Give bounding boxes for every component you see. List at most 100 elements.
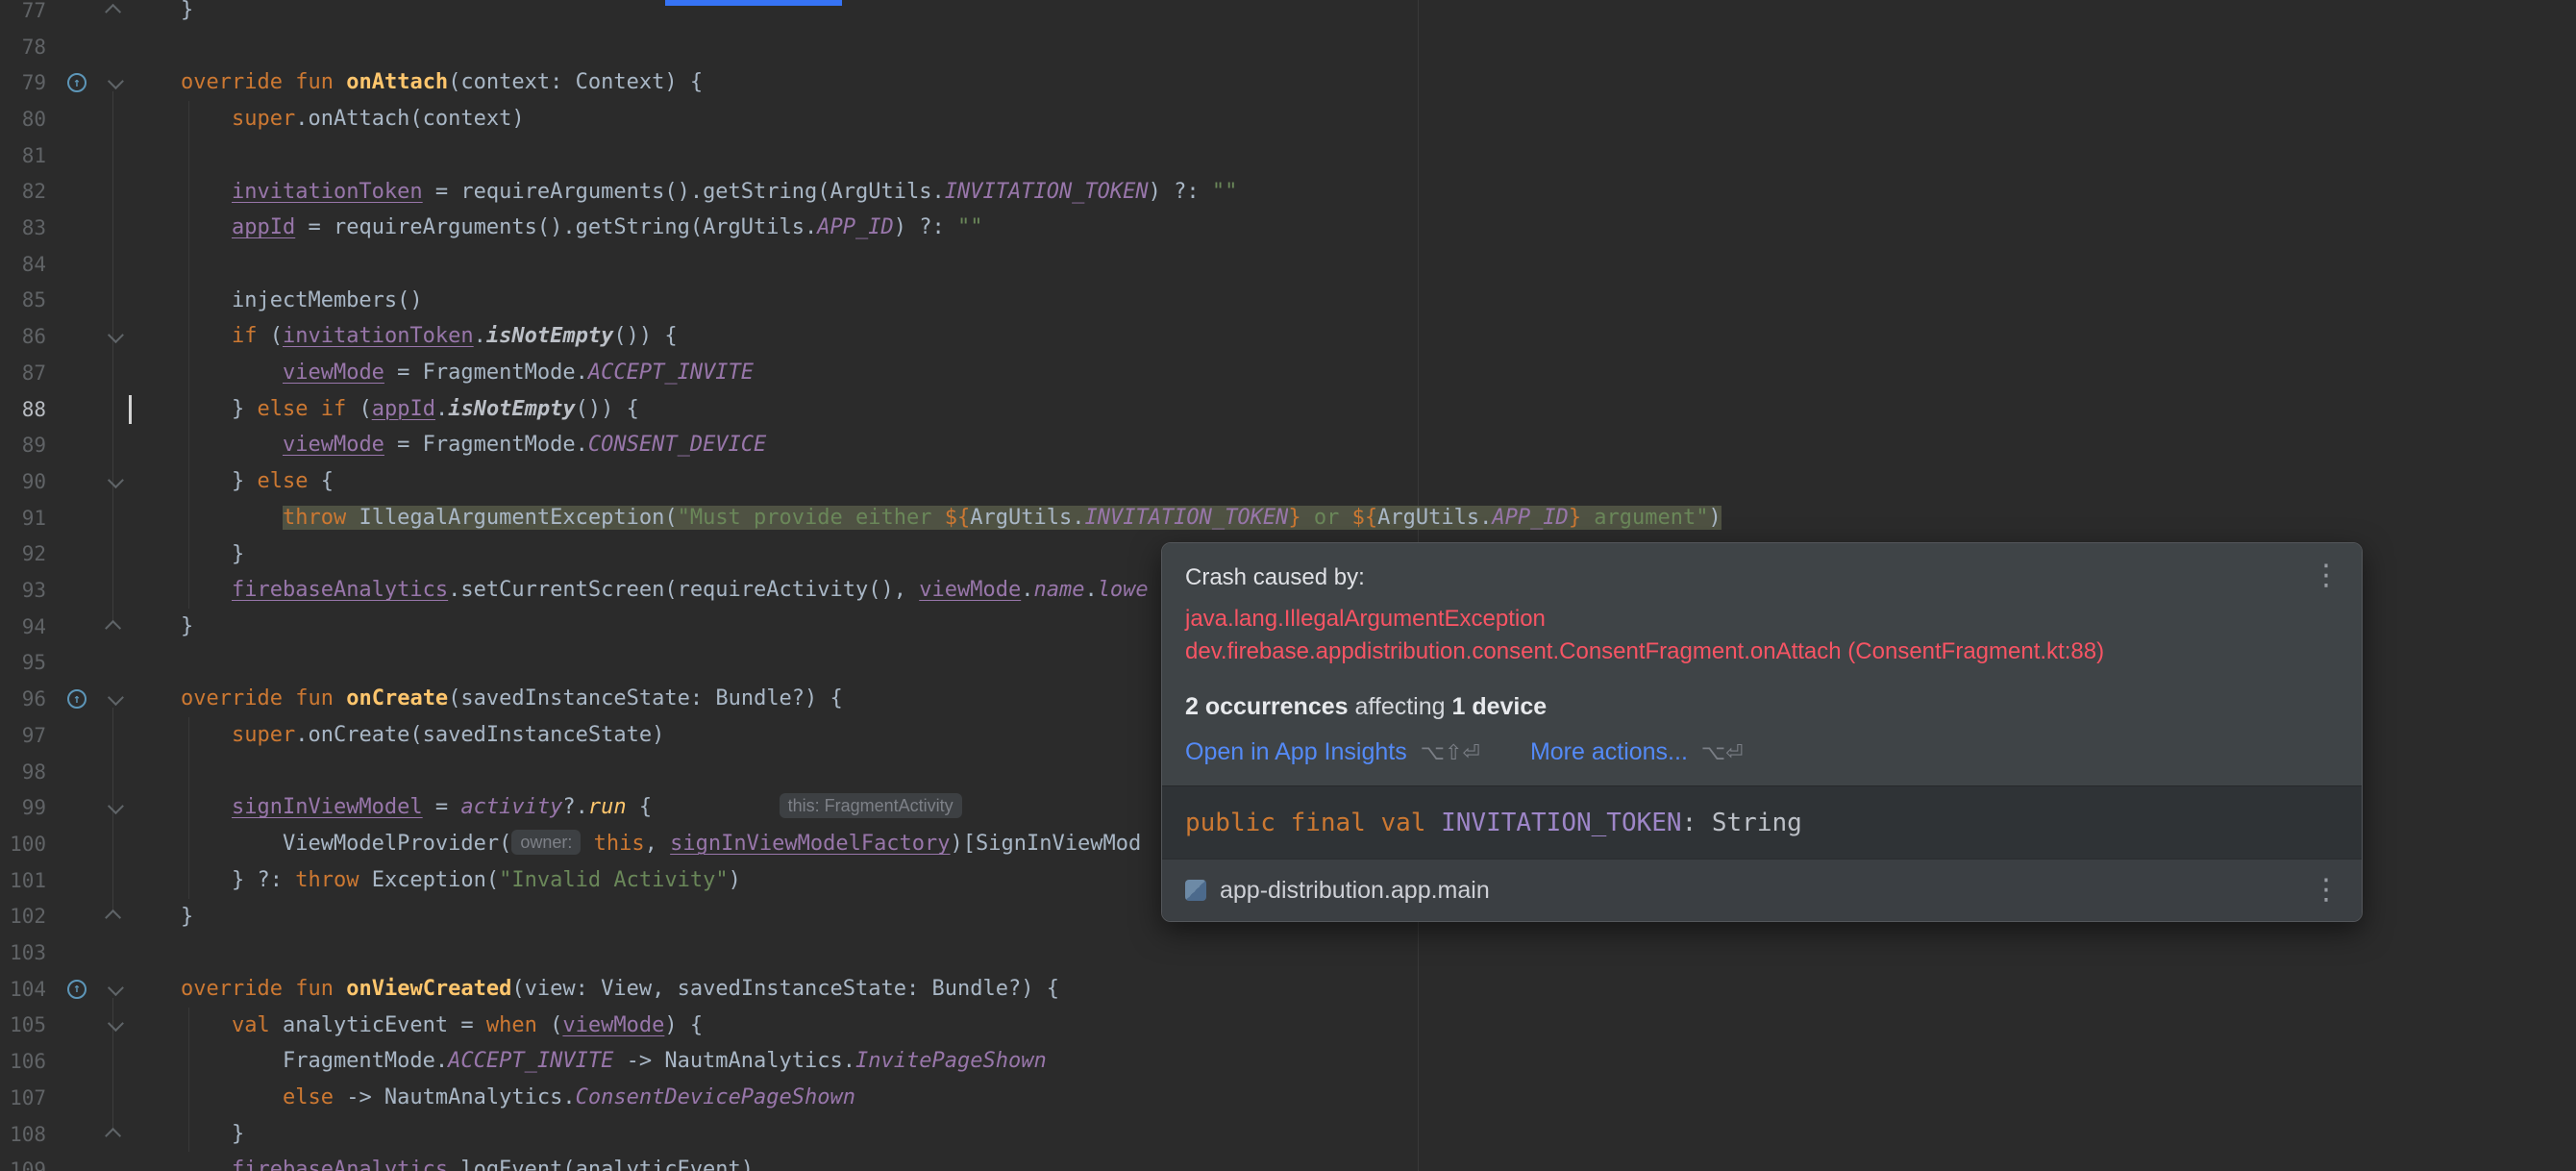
line-number[interactable]: 85 xyxy=(0,288,58,311)
stack-frame-link[interactable]: dev.firebase.appdistribution.consent.Con… xyxy=(1185,635,2339,668)
code-text[interactable]: else -> NautmAnalytics.ConsentDevicePage… xyxy=(133,1080,855,1116)
module-icon xyxy=(1185,880,1206,902)
line-number[interactable]: 91 xyxy=(0,507,58,530)
code-text[interactable]: if (invitationToken.isNotEmpty()) { xyxy=(133,318,678,355)
crash-caused-by-label: Crash caused by: xyxy=(1185,564,1365,590)
code-text[interactable]: throw IllegalArgumentException("Must pro… xyxy=(133,500,1721,536)
line-number[interactable]: 92 xyxy=(0,542,58,565)
fold-collapse-icon[interactable] xyxy=(107,979,124,996)
line-number[interactable]: 80 xyxy=(0,108,58,131)
kebab-menu-icon[interactable]: ⋮ xyxy=(2312,873,2341,907)
code-line: 109 firebaseAnalytics.logEvent(analyticE… xyxy=(0,1152,2576,1171)
code-text[interactable]: viewMode = FragmentMode.CONSENT_DEVICE xyxy=(133,427,766,463)
code-text[interactable]: ViewModelProvider(owner: this, signInVie… xyxy=(133,826,1141,862)
line-number[interactable]: 109 xyxy=(0,1159,58,1171)
code-text[interactable]: signInViewModel = activity?.run { this: … xyxy=(133,789,962,826)
line-number[interactable]: 103 xyxy=(0,941,58,964)
overriding-method-icon[interactable]: ↑ xyxy=(67,979,87,999)
occurrence-summary: 2 occurrences affecting 1 device xyxy=(1185,693,1548,720)
code-line: 88 } else if (appId.isNotEmpty()) { xyxy=(0,391,2576,428)
code-line: 89 viewMode = FragmentMode.CONSENT_DEVIC… xyxy=(0,427,2576,463)
line-number[interactable]: 107 xyxy=(0,1086,58,1109)
line-number[interactable]: 100 xyxy=(0,833,58,856)
code-line: 79 ↑ override fun onAttach(context: Contex… xyxy=(0,64,2576,101)
overriding-method-icon[interactable]: ↑ xyxy=(67,689,87,710)
code-text[interactable]: firebaseAnalytics.logEvent(analyticEvent… xyxy=(133,1152,754,1171)
code-text[interactable]: injectMembers() xyxy=(133,283,423,319)
code-text[interactable]: FragmentMode.ACCEPT_INVITE -> NautmAnaly… xyxy=(133,1043,1047,1080)
line-number[interactable]: 108 xyxy=(0,1123,58,1146)
code-text[interactable]: } xyxy=(133,0,193,29)
fold-collapse-icon[interactable] xyxy=(107,798,124,815)
code-text[interactable]: } ?: throw Exception("Invalid Activity") xyxy=(133,862,741,899)
code-text[interactable]: viewMode = FragmentMode.ACCEPT_INVITE xyxy=(133,355,754,391)
code-text[interactable]: appId = requireArguments().getString(Arg… xyxy=(133,210,983,246)
ide-editor: 77} 78 79 ↑ override fun onAttach(context: C… xyxy=(0,0,2576,1171)
line-number[interactable]: 96 xyxy=(0,687,58,710)
fold-expand-icon[interactable] xyxy=(105,1127,122,1144)
line-number[interactable]: 104 xyxy=(0,978,58,1001)
kebab-menu-icon[interactable]: ⋮ xyxy=(2312,559,2341,592)
active-tab-indicator[interactable] xyxy=(665,0,842,6)
code-text[interactable]: } xyxy=(133,1116,244,1153)
overriding-method-icon[interactable]: ↑ xyxy=(67,73,87,93)
line-number[interactable]: 83 xyxy=(0,216,58,239)
inlay-hint: this: FragmentActivity xyxy=(779,793,962,819)
line-number[interactable]: 102 xyxy=(0,905,58,928)
fold-expand-icon[interactable] xyxy=(105,3,122,20)
open-in-app-insights-link[interactable]: Open in App Insights xyxy=(1185,738,1407,765)
fold-collapse-icon[interactable] xyxy=(107,327,124,344)
line-number[interactable]: 106 xyxy=(0,1050,58,1073)
line-number[interactable]: 97 xyxy=(0,724,58,747)
line-number[interactable]: 78 xyxy=(0,36,58,59)
fold-collapse-icon[interactable] xyxy=(107,73,124,90)
line-number[interactable]: 79 xyxy=(0,71,58,94)
code-text[interactable]: val analyticEvent = when (viewMode) { xyxy=(133,1008,703,1044)
line-number[interactable]: 82 xyxy=(0,180,58,203)
code-line: 91 throw IllegalArgumentException("Must … xyxy=(0,500,2576,536)
line-number[interactable]: 94 xyxy=(0,615,58,638)
code-text[interactable]: } else { xyxy=(133,463,334,500)
line-number[interactable]: 99 xyxy=(0,796,58,819)
line-number[interactable]: 77 xyxy=(0,0,58,22)
fold-collapse-icon[interactable] xyxy=(107,689,124,707)
line-number[interactable]: 87 xyxy=(0,361,58,385)
line-number[interactable]: 101 xyxy=(0,869,58,892)
code-text[interactable]: } xyxy=(133,536,244,573)
fold-expand-icon[interactable] xyxy=(105,619,122,636)
code-text[interactable]: override fun onCreate(savedInstanceState… xyxy=(133,681,843,717)
line-number[interactable]: 93 xyxy=(0,579,58,602)
code-text[interactable]: override fun onViewCreated(view: View, s… xyxy=(133,971,1059,1008)
more-actions-link[interactable]: More actions... xyxy=(1530,738,1688,765)
code-text[interactable]: super.onAttach(context) xyxy=(133,101,525,137)
code-line: 81 xyxy=(0,137,2576,174)
code-text[interactable]: } xyxy=(133,609,193,645)
module-row: app-distribution.app.main ⋮ xyxy=(1162,859,2362,921)
code-line: 86 if (invitationToken.isNotEmpty()) { xyxy=(0,318,2576,355)
fold-collapse-icon[interactable] xyxy=(107,1015,124,1033)
code-text[interactable]: super.onCreate(savedInstanceState) xyxy=(133,717,664,754)
line-number[interactable]: 90 xyxy=(0,470,58,493)
declaration-preview: public final val INVITATION_TOKEN: Strin… xyxy=(1162,785,2362,860)
fold-collapse-icon[interactable] xyxy=(107,472,124,489)
line-number[interactable]: 88 xyxy=(0,398,58,421)
code-line: 87 viewMode = FragmentMode.ACCEPT_INVITE xyxy=(0,355,2576,391)
line-number[interactable]: 86 xyxy=(0,325,58,348)
code-text[interactable]: invitationToken = requireArguments().get… xyxy=(133,174,1237,211)
line-number[interactable]: 84 xyxy=(0,253,58,276)
code-text[interactable]: } xyxy=(133,899,193,935)
line-number[interactable]: 81 xyxy=(0,144,58,167)
line-number[interactable]: 105 xyxy=(0,1013,58,1036)
fold-expand-icon[interactable] xyxy=(105,909,122,927)
code-line: 103 xyxy=(0,934,2576,971)
code-text[interactable]: } else if (appId.isNotEmpty()) { xyxy=(133,391,639,428)
line-number[interactable]: 89 xyxy=(0,434,58,457)
text-caret xyxy=(129,394,132,424)
more-shortcut-hint: ⌥⏎ xyxy=(1700,741,1744,765)
code-line: 90 } else { xyxy=(0,463,2576,500)
line-number[interactable]: 95 xyxy=(0,651,58,674)
code-text[interactable]: override fun onAttach(context: Context) … xyxy=(133,64,703,101)
module-name: app-distribution.app.main xyxy=(1220,876,1490,904)
line-number[interactable]: 98 xyxy=(0,760,58,784)
code-text[interactable]: firebaseAnalytics.setCurrentScreen(requi… xyxy=(133,572,1149,609)
